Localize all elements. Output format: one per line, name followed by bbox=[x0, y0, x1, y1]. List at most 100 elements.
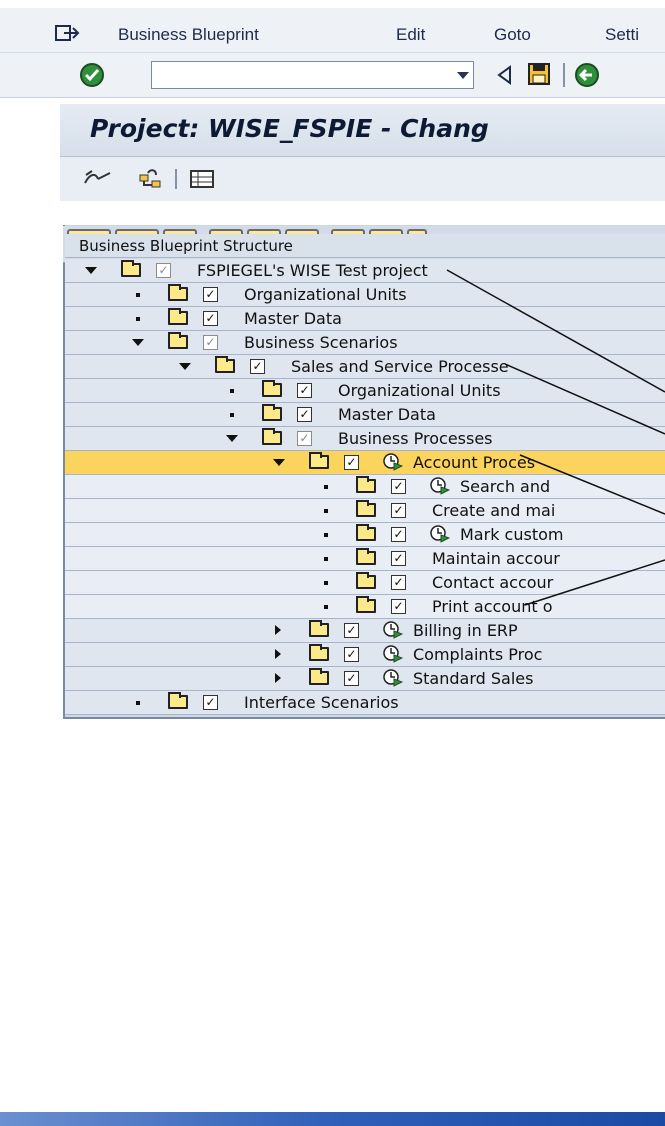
leaf-dot-icon bbox=[324, 557, 328, 561]
checkbox-checked-icon[interactable]: ✓ bbox=[297, 407, 312, 422]
expand-down-icon[interactable] bbox=[179, 363, 191, 370]
expand-down-icon[interactable] bbox=[273, 459, 285, 466]
tree-row[interactable]: ✓ Interface Scenarios bbox=[65, 691, 665, 715]
checkbox-checked-icon[interactable]: ✓ bbox=[344, 671, 359, 686]
leaf-dot-icon bbox=[136, 317, 140, 321]
tree-row-label: Billing in ERP bbox=[413, 621, 518, 640]
checkbox-checked-icon[interactable]: ✓ bbox=[344, 455, 359, 470]
checkbox-checked-icon[interactable]: ✓ bbox=[203, 287, 218, 302]
tree-row-label: Maintain accour bbox=[432, 549, 560, 568]
tree-row[interactable]: ✓ Maintain accour bbox=[65, 547, 665, 571]
checkbox-checked-icon[interactable]: ✓ bbox=[344, 623, 359, 638]
checkbox-checked-icon[interactable]: ✓ bbox=[156, 263, 171, 278]
process-clock-icon bbox=[430, 525, 450, 543]
checkbox-checked-icon[interactable]: ✓ bbox=[344, 647, 359, 662]
tree-row-label: Organizational Units bbox=[244, 285, 407, 304]
folder-icon bbox=[356, 548, 376, 565]
tree-row-label: Standard Sales bbox=[413, 669, 534, 688]
title-bar: Project: WISE_FSPIE - Chang bbox=[60, 104, 665, 157]
tree-row[interactable]: ✓ Organizational Units bbox=[65, 283, 665, 307]
folder-icon bbox=[309, 452, 329, 469]
tree-row-label: Sales and Service Processe bbox=[291, 357, 509, 376]
folder-icon bbox=[168, 284, 188, 301]
checkbox-checked-icon[interactable]: ✓ bbox=[391, 551, 406, 566]
checkbox-checked-icon[interactable]: ✓ bbox=[391, 479, 406, 494]
save-icon[interactable] bbox=[528, 63, 550, 85]
menu-business-blueprint[interactable]: Business Blueprint bbox=[118, 25, 259, 45]
expand-down-icon[interactable] bbox=[85, 267, 97, 274]
folder-icon bbox=[309, 620, 329, 637]
back-green-icon[interactable] bbox=[574, 62, 600, 88]
checkbox-checked-icon[interactable]: ✓ bbox=[391, 527, 406, 542]
tree-row[interactable]: ✓ Contact accour bbox=[65, 571, 665, 595]
leaf-dot-icon bbox=[324, 533, 328, 537]
tree-row[interactable]: ✓ Create and mai bbox=[65, 499, 665, 523]
tree-row[interactable]: ✓ Standard Sales bbox=[65, 667, 665, 691]
process-clock-icon bbox=[383, 645, 403, 663]
folder-icon bbox=[215, 356, 235, 373]
tree-row[interactable]: ✓ Business Processes bbox=[65, 427, 665, 451]
checkbox-checked-icon[interactable]: ✓ bbox=[203, 311, 218, 326]
leaf-dot-icon bbox=[324, 605, 328, 609]
tree-row-label: Interface Scenarios bbox=[244, 693, 399, 712]
tree-row[interactable]: ✓ Print account o bbox=[65, 595, 665, 619]
tree-row[interactable]: ✓ Master Data bbox=[65, 307, 665, 331]
folder-icon bbox=[262, 380, 282, 397]
menu-goto[interactable]: Goto bbox=[494, 25, 531, 45]
tree-row-label: Account Proces bbox=[413, 453, 536, 472]
folder-icon bbox=[356, 596, 376, 613]
folder-icon bbox=[309, 644, 329, 661]
expand-right-icon[interactable] bbox=[275, 673, 281, 683]
tree-row-label: Business Processes bbox=[338, 429, 493, 448]
checkbox-checked-icon[interactable]: ✓ bbox=[391, 599, 406, 614]
tree-row-label: Master Data bbox=[338, 405, 436, 424]
expand-right-icon[interactable] bbox=[275, 625, 281, 635]
page-title: Project: WISE_FSPIE - Chang bbox=[90, 114, 489, 143]
command-field[interactable] bbox=[151, 61, 474, 89]
checkbox-checked-icon[interactable]: ✓ bbox=[391, 575, 406, 590]
tree-row-label: Create and mai bbox=[432, 501, 556, 520]
hierarchy-icon[interactable] bbox=[138, 167, 162, 191]
expand-right-icon[interactable] bbox=[275, 649, 281, 659]
tree-row[interactable]: ✓ Complaints Proc bbox=[65, 643, 665, 667]
folder-icon bbox=[121, 260, 141, 277]
tree-row[interactable]: ✓ Organizational Units bbox=[65, 379, 665, 403]
menu-bar: Business Blueprint Edit Goto Setti bbox=[0, 8, 665, 53]
exit-icon[interactable] bbox=[54, 24, 80, 44]
checkbox-checked-icon[interactable]: ✓ bbox=[250, 359, 265, 374]
checkbox-checked-icon[interactable]: ✓ bbox=[203, 335, 218, 350]
folder-icon bbox=[356, 572, 376, 589]
checkbox-checked-icon[interactable]: ✓ bbox=[391, 503, 406, 518]
tree-row[interactable]: ✓ Billing in ERP bbox=[65, 619, 665, 643]
folder-icon bbox=[262, 428, 282, 445]
tree-row-label: Organizational Units bbox=[338, 381, 501, 400]
tree-row[interactable]: ✓ FSPIEGEL's WISE Test project bbox=[65, 259, 665, 283]
back-arrow-icon[interactable] bbox=[496, 65, 514, 85]
tree-row-label: FSPIEGEL's WISE Test project bbox=[197, 261, 428, 280]
chevron-down-icon[interactable] bbox=[457, 72, 469, 79]
leaf-dot-icon bbox=[136, 701, 140, 705]
tree-row[interactable]: ✓ Mark custom bbox=[65, 523, 665, 547]
tree-row[interactable]: ✓ Master Data bbox=[65, 403, 665, 427]
tree-row[interactable]: ✓ Search and bbox=[65, 475, 665, 499]
expand-down-icon[interactable] bbox=[132, 339, 144, 346]
checkbox-checked-icon[interactable]: ✓ bbox=[297, 431, 312, 446]
green-check-icon[interactable] bbox=[79, 62, 105, 88]
leaf-dot-icon bbox=[324, 509, 328, 513]
expand-down-icon[interactable] bbox=[226, 435, 238, 442]
tree-row[interactable]: ✓ Sales and Service Processe bbox=[65, 355, 665, 379]
display-change-icon[interactable] bbox=[82, 169, 114, 189]
table-icon[interactable] bbox=[190, 169, 214, 189]
checkbox-checked-icon[interactable]: ✓ bbox=[297, 383, 312, 398]
toolbar-separator bbox=[175, 169, 177, 189]
tree-row[interactable]: ✓ Account Proces bbox=[65, 451, 665, 475]
checkbox-checked-icon[interactable]: ✓ bbox=[203, 695, 218, 710]
folder-icon bbox=[309, 668, 329, 685]
folder-icon bbox=[168, 692, 188, 709]
folder-icon bbox=[356, 476, 376, 493]
menu-settings[interactable]: Setti bbox=[605, 25, 639, 45]
menu-edit[interactable]: Edit bbox=[396, 25, 425, 45]
folder-icon bbox=[262, 404, 282, 421]
process-clock-icon bbox=[383, 453, 403, 471]
tree-row[interactable]: ✓ Business Scenarios bbox=[65, 331, 665, 355]
